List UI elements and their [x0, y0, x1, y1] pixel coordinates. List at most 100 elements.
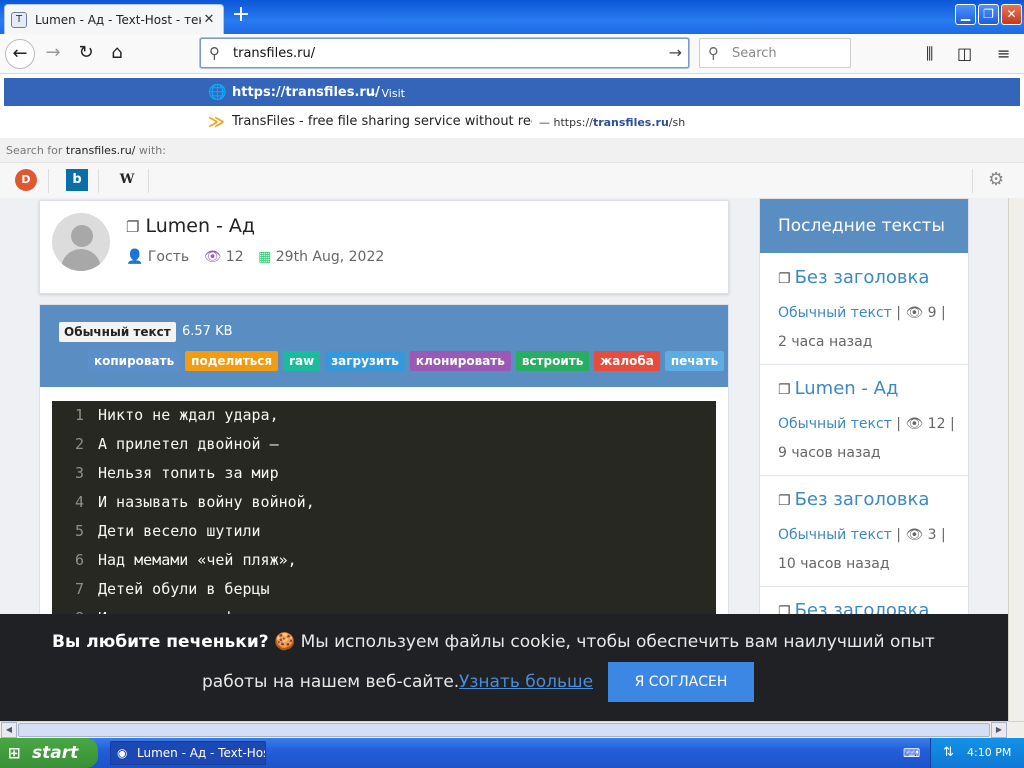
search-icon: ⚲: [209, 44, 220, 62]
scroll-thumb[interactable]: [18, 723, 990, 737]
eye-icon: 👁: [203, 249, 222, 265]
cookie-text-line2: работы на нашем веб-сайте.: [202, 672, 460, 692]
menu-icon[interactable]: ≡: [997, 44, 1010, 63]
document-icon: ❐: [778, 382, 791, 398]
time-ago-unit: 10 часов назад: [778, 556, 890, 572]
line-text: И называть войну войной,: [98, 493, 315, 511]
action-button[interactable]: встроить: [515, 351, 590, 371]
paste-info-card: ❐ Lumen - Ад 👤 Гость 👁 12 ▦ 29th Aug, 202…: [39, 200, 729, 294]
search-input[interactable]: Search: [732, 46, 777, 61]
line-number: 5: [74, 522, 84, 540]
document-icon: ❐: [126, 218, 140, 236]
bing-icon[interactable]: b: [66, 169, 88, 191]
keyboard-icon[interactable]: ⌨: [903, 746, 920, 760]
action-button[interactable]: копировать: [88, 351, 181, 371]
suggestion-history-row[interactable]: ≫ TransFiles - free file sharing service…: [4, 108, 1020, 136]
line-text: Дети весело шутили: [98, 522, 261, 540]
line-number: 3: [74, 464, 84, 482]
search-engines-bar: D b W ⚙: [0, 162, 1024, 198]
duckduckgo-icon[interactable]: D: [15, 169, 37, 191]
views-count: 12: [927, 416, 946, 432]
learn-more-link[interactable]: Узнать больше: [459, 672, 593, 692]
code-line: 6 Над мемами «чей пляж»,: [52, 546, 716, 575]
firefox-icon: ◉: [117, 746, 128, 760]
line-text: Никто не ждал удара,: [98, 406, 279, 424]
tab-title: Lumen - Ад - Text-Host - текстов: [35, 12, 201, 27]
time-ago: 2: [778, 334, 787, 350]
back-button[interactable]: ←: [5, 39, 35, 69]
forward-button[interactable]: →: [38, 39, 68, 69]
action-button[interactable]: жалоба: [594, 351, 660, 371]
network-icon[interactable]: ⇅: [943, 745, 954, 760]
gear-icon[interactable]: ⚙: [988, 169, 1004, 190]
line-number: 7: [74, 580, 84, 598]
address-input[interactable]: transfiles.ru/: [233, 46, 315, 61]
go-arrow-icon[interactable]: →: [669, 43, 682, 62]
code-line: 4 И называть войну войной,: [52, 488, 716, 517]
views-count: 3: [927, 527, 937, 543]
recent-text-title[interactable]: ❐ Без заголовка: [778, 489, 929, 510]
site-favicon-icon: T: [11, 11, 27, 28]
time-ago-unit: часа назад: [791, 334, 873, 350]
scroll-right-button[interactable]: ▶: [991, 722, 1007, 738]
address-bar[interactable]: ⚲ transfiles.ru/ →: [200, 38, 689, 68]
search-box[interactable]: ⚲ Search: [699, 38, 851, 68]
paste-actions: копировать поделиться raw загрузить клониров…: [88, 351, 725, 371]
action-button[interactable]: загрузить: [325, 351, 405, 371]
action-button[interactable]: raw: [283, 351, 321, 371]
author-label: Гость: [147, 249, 190, 265]
horizontal-scrollbar[interactable]: ◀ ▶: [0, 721, 1024, 738]
code-line: 1 Никто не ждал удара,: [52, 401, 716, 430]
taskbar-window-button[interactable]: ◉Lumen - Ад - Text-Host...: [110, 741, 266, 765]
language-link[interactable]: Обычный текст: [778, 416, 892, 432]
paste-toolbar: Обычный текст 6.57 KB копировать поделить…: [40, 305, 728, 387]
suggestion-visit-row[interactable]: 🌐 https://transfiles.ru/ — Visit: [4, 78, 1020, 106]
recent-text-title[interactable]: ❐ Lumen - Ад: [778, 378, 898, 399]
system-tray: ⇅ 4:10 PM: [930, 738, 1024, 768]
recent-text-item[interactable]: ❐ Без заголовка Обычный текст | 👁 9 | 2 ча…: [760, 253, 968, 365]
search-icon: ⚲: [708, 44, 719, 62]
recent-text-item[interactable]: ❐ Lumen - Ад Обычный текст | 👁 12 | 9 часо…: [760, 364, 968, 476]
line-number: 4: [74, 493, 84, 511]
new-tab-button[interactable]: +: [230, 4, 252, 27]
cookie-banner: Вы любите печеньки? 🍪 Мы используем файл…: [0, 614, 1008, 721]
reload-button[interactable]: ↻: [71, 39, 101, 69]
restore-button[interactable]: ❐: [978, 4, 999, 25]
wikipedia-icon[interactable]: W: [116, 169, 138, 191]
views-count: 12: [225, 249, 244, 265]
language-badge: Обычный текст: [59, 322, 176, 342]
code-line: 2 А прилетел двойной –: [52, 430, 716, 459]
tab-close-icon[interactable]: ✕: [201, 12, 217, 27]
close-window-button[interactable]: ✕: [1001, 4, 1022, 25]
recent-text-meta: Обычный текст | 👁 12 | 9 часов назад: [778, 416, 955, 461]
eye-icon: 👁: [905, 305, 924, 321]
windows-logo-icon: ⊞: [8, 744, 21, 762]
browser-tab[interactable]: T Lumen - Ад - Text-Host - текстов ✕: [4, 4, 224, 34]
action-button[interactable]: поделиться: [185, 351, 279, 371]
code-line: 5 Дети весело шутили: [52, 517, 716, 546]
library-icon[interactable]: ⫼: [926, 44, 933, 64]
recent-text-meta: Обычный текст | 👁 3 | 10 часов назад: [778, 527, 946, 572]
scroll-left-button[interactable]: ◀: [1, 722, 17, 738]
time-ago-unit: 9 часов назад: [778, 445, 881, 461]
line-text: Нельзя топить за мир: [98, 464, 279, 482]
language-link[interactable]: Обычный текст: [778, 305, 892, 321]
sidebar-toggle-icon[interactable]: ◫: [957, 44, 972, 63]
taskbar: ⊞start ◉Lumen - Ад - Text-Host... ⌨ ⇅ 4:…: [0, 738, 1024, 768]
recent-text-item[interactable]: ❐ Без заголовка Обычный текст | 👁 3 | 10 ч…: [760, 475, 968, 587]
vertical-scrollbar[interactable]: [1008, 198, 1024, 721]
recent-text-title[interactable]: ❐ Без заголовка: [778, 267, 929, 288]
eye-icon: 👁: [905, 527, 924, 543]
paste-size: 6.57 KB: [182, 324, 233, 339]
accept-cookies-button[interactable]: Я СОГЛАСЕН: [608, 662, 754, 702]
line-number: 2: [74, 435, 84, 453]
minimize-button[interactable]: ▁: [955, 4, 976, 25]
search-with-label: Search for transfiles.ru/ with:: [0, 138, 1024, 162]
action-button[interactable]: печать: [664, 351, 725, 371]
suggestion-visit-label: — Visit: [367, 87, 405, 100]
paste-title: ❐ Lumen - Ад: [126, 215, 256, 237]
action-button[interactable]: клонировать: [409, 351, 511, 371]
start-button[interactable]: ⊞ start: [0, 738, 98, 768]
home-button[interactable]: ⌂: [102, 39, 132, 69]
language-link[interactable]: Обычный текст: [778, 527, 892, 543]
